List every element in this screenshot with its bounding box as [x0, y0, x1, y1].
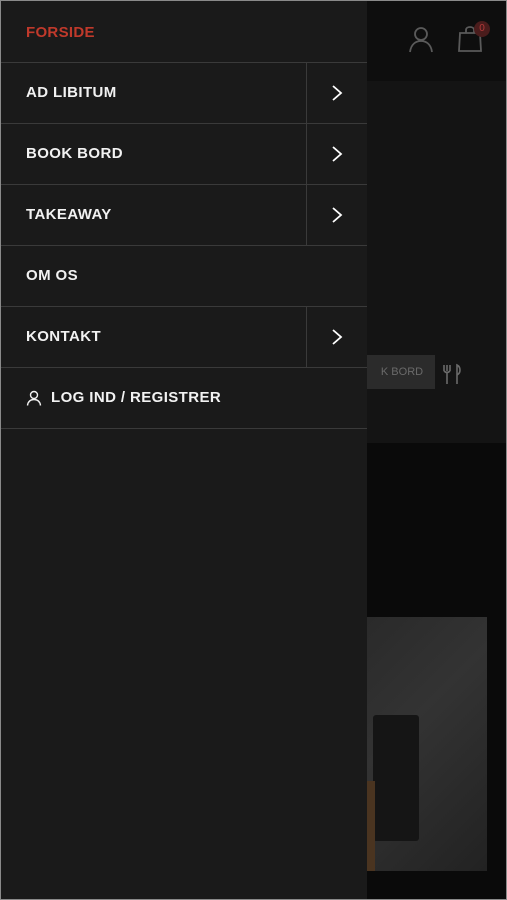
book-table-button[interactable]: K BORD — [361, 355, 435, 389]
menu-item-label: AD LIBITUM — [26, 84, 117, 101]
navigation-drawer: FORSIDE AD LIBITUM BOOK BORD TAKEAWAY OM… — [1, 1, 367, 899]
login-register-link[interactable]: LOG IND / REGISTRER — [1, 368, 367, 429]
submenu-expand-button[interactable] — [306, 307, 367, 367]
menu-item-label: KONTAKT — [26, 328, 102, 345]
chevron-right-icon — [332, 329, 343, 345]
chevron-right-icon — [332, 146, 343, 162]
menu-item-label: TAKEAWAY — [26, 206, 112, 223]
chevron-right-icon — [332, 85, 343, 101]
chevron-right-icon — [332, 207, 343, 223]
menu-item-book-bord[interactable]: BOOK BORD — [1, 124, 367, 185]
food-photo-accent — [367, 781, 375, 871]
menu-item-label: OM OS — [26, 267, 79, 284]
submenu-expand-button[interactable] — [306, 63, 367, 123]
drawer-header: FORSIDE — [1, 1, 367, 63]
menu-item-takeaway[interactable]: TAKEAWAY — [1, 185, 367, 246]
submenu-expand-button[interactable] — [306, 185, 367, 245]
menu-item-label: BOOK BORD — [26, 145, 123, 162]
cart-count-badge: 0 — [474, 21, 490, 37]
user-icon[interactable] — [407, 25, 435, 53]
menu-item-kontakt[interactable]: KONTAKT — [1, 307, 367, 368]
menu-item-ad-libitum[interactable]: AD LIBITUM — [1, 63, 367, 124]
menu-item-om-os[interactable]: OM OS — [1, 246, 367, 307]
login-register-label: LOG IND / REGISTRER — [51, 389, 222, 406]
home-link[interactable]: FORSIDE — [26, 24, 95, 41]
fork-knife-icon — [443, 363, 461, 384]
app-frame: 0 K BORD FORSIDE AD LIBITUM BOOK BORD TA… — [0, 0, 507, 900]
submenu-expand-button[interactable] — [306, 124, 367, 184]
book-table-label: K BORD — [380, 366, 424, 378]
user-icon — [26, 390, 42, 406]
food-photo-detail — [373, 715, 419, 841]
